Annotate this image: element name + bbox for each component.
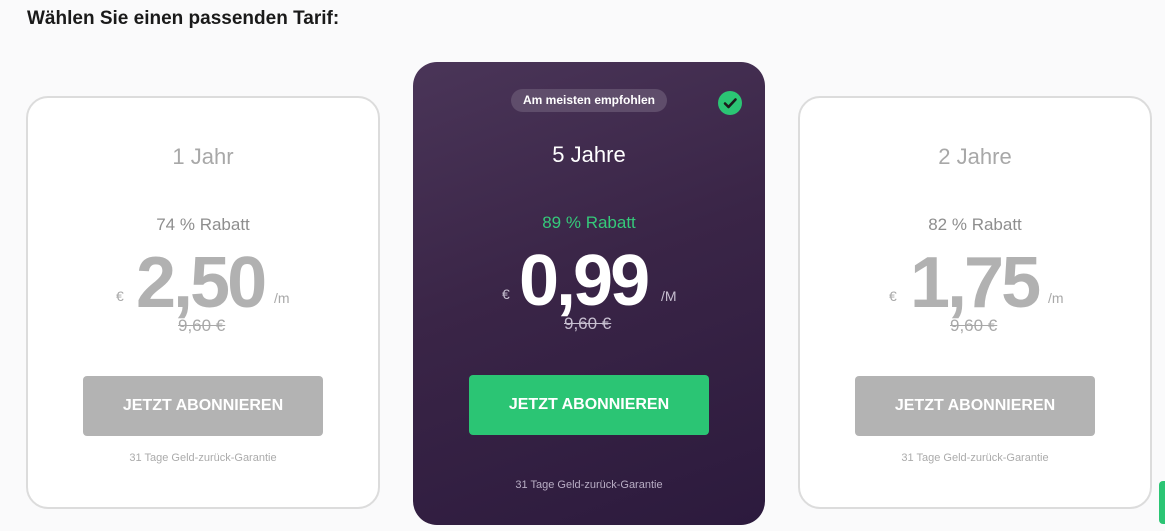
original-price: 9,60 €: [564, 314, 612, 333]
monthly-price: 0,99: [519, 241, 650, 321]
side-widget-tab[interactable]: [1159, 481, 1165, 524]
plan-period: 2 Jahre: [938, 144, 1012, 169]
plan-discount: 74 % Rabatt: [156, 215, 250, 234]
currency-symbol: €: [502, 286, 510, 302]
price-unit: /M: [661, 288, 677, 304]
page-heading: Wählen Sie einen passenden Tarif:: [27, 8, 340, 29]
money-back-guarantee: 31 Tage Geld-zurück-Garantie: [901, 452, 1049, 464]
plan-card-5-years[interactable]: Am meisten empfohlen 5 Jahre 89 % Rabatt…: [413, 62, 765, 525]
subscribe-button-1-year[interactable]: JETZT ABONNIEREN: [83, 376, 323, 436]
monthly-price: 2,50: [136, 243, 267, 323]
price-unit: /m: [274, 290, 290, 306]
currency-symbol: €: [116, 288, 124, 304]
plan-discount: 89 % Rabatt: [542, 213, 636, 232]
subscribe-button-2-years[interactable]: JETZT ABONNIEREN: [855, 376, 1095, 436]
plan-card-2-years[interactable]: 2 Jahre 82 % Rabatt € 1,75 /m 9,60 € JET…: [798, 96, 1152, 509]
plan-card-1-year[interactable]: 1 Jahr 74 % Rabatt € 2,50 /m 9,60 € JETZ…: [26, 96, 380, 509]
recommended-badge: Am meisten empfohlen: [511, 89, 667, 112]
monthly-price: 1,75: [910, 243, 1041, 323]
plan-period: 1 Jahr: [172, 144, 234, 169]
plan-discount: 82 % Rabatt: [928, 215, 1022, 234]
subscribe-button-5-years[interactable]: JETZT ABONNIEREN: [469, 375, 709, 435]
price-unit: /m: [1048, 290, 1064, 306]
money-back-guarantee: 31 Tage Geld-zurück-Garantie: [129, 452, 277, 464]
original-price: 9,60 €: [950, 316, 998, 335]
checkmark-circle-icon: [718, 91, 742, 115]
currency-symbol: €: [889, 288, 897, 304]
original-price: 9,60 €: [178, 316, 226, 335]
plan-period: 5 Jahre: [552, 142, 626, 167]
money-back-guarantee: 31 Tage Geld-zurück-Garantie: [515, 479, 663, 491]
